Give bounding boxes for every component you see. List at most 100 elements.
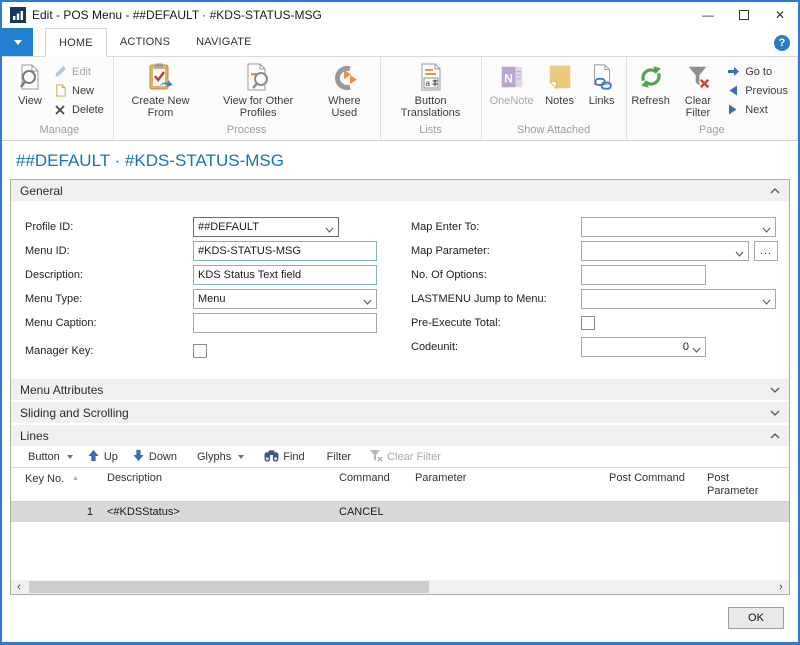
refresh-button[interactable]: Refresh [630, 59, 672, 107]
glyphs-menu-button[interactable]: Glyphs [190, 446, 251, 467]
grid-empty-area [11, 522, 789, 580]
new-button[interactable]: New [51, 81, 110, 100]
no-of-options-label: No. Of Options: [411, 269, 581, 281]
menu-caption-input[interactable] [193, 313, 377, 333]
section-header-menu-attributes[interactable]: Menu Attributes [11, 379, 789, 400]
lastmenu-jump-combobox[interactable] [581, 289, 776, 309]
chevron-down-icon [762, 296, 771, 308]
clipboard-check-arrow-icon [145, 61, 175, 93]
group-label-lists: Lists [384, 123, 478, 140]
ok-button[interactable]: OK [728, 607, 784, 629]
pre-execute-total-checkbox[interactable] [581, 316, 595, 330]
footer: OK [2, 595, 798, 629]
ribbon-group-manage: View Edit New [6, 57, 114, 140]
manager-key-checkbox[interactable] [193, 344, 207, 358]
clear-filter-small-icon [369, 449, 383, 465]
page-title: ##DEFAULT · #KDS-STATUS-MSG [16, 151, 798, 171]
scroll-right-icon[interactable]: › [773, 580, 789, 594]
menu-caption-label: Menu Caption: [25, 317, 193, 329]
onenote-icon: N [498, 61, 526, 93]
previous-triangle-icon [726, 84, 740, 98]
close-button[interactable]: ✕ [762, 2, 798, 28]
next-button[interactable]: Next [724, 100, 794, 119]
svg-text:a: a [425, 79, 430, 88]
menu-id-input[interactable]: #KDS-STATUS-MSG [193, 241, 377, 261]
map-enter-to-combobox[interactable] [581, 217, 776, 237]
codeunit-combobox[interactable]: 0 [581, 337, 706, 357]
horizontal-scrollbar[interactable]: ‹ › [11, 580, 789, 594]
link-document-icon [588, 61, 616, 93]
where-used-arrows-icon [329, 61, 359, 93]
codeunit-label: Codeunit: [411, 341, 581, 353]
column-header-key-no[interactable]: Key No.▲ [11, 471, 99, 501]
section-header-general[interactable]: General [11, 180, 789, 201]
help-icon[interactable]: ? [774, 35, 790, 51]
button-menu-button[interactable]: Button [21, 446, 80, 467]
move-down-button[interactable]: Down [125, 446, 184, 467]
no-of-options-input[interactable] [581, 265, 706, 285]
description-label: Description: [25, 269, 193, 281]
section-header-sliding-scrolling[interactable]: Sliding and Scrolling [11, 402, 789, 423]
tab-home[interactable]: HOME [45, 28, 107, 57]
find-button[interactable]: Find [257, 446, 311, 467]
binoculars-icon [264, 449, 279, 465]
document-search-icon [243, 61, 273, 93]
chevron-down-icon [238, 455, 244, 459]
previous-button[interactable]: Previous [724, 81, 794, 100]
view-document-magnifier-icon [16, 61, 44, 93]
button-translations-button[interactable]: a Button Translations [384, 59, 478, 119]
menu-type-combobox[interactable]: Menu [193, 289, 377, 309]
general-fields: Profile ID: ##DEFAULT Menu ID: #KDS-STAT… [11, 201, 789, 377]
scrollbar-thumb[interactable] [29, 581, 429, 593]
description-input[interactable]: KDS Status Text field [193, 265, 377, 285]
move-up-button[interactable]: Up [80, 446, 125, 467]
lines-toolbar: Button Up Down Glyphs Find [11, 446, 789, 468]
lines-grid-header: Key No.▲ Description Command Parameter P… [11, 468, 789, 502]
view-for-other-profiles-button[interactable]: View for Other Profiles [204, 59, 312, 119]
column-header-post-parameter[interactable]: Post Parameter [699, 471, 789, 501]
clear-filter-button[interactable]: Clear Filter [672, 59, 725, 119]
ribbon-group-page: Refresh Clear Filter Go to [627, 57, 798, 140]
where-used-button[interactable]: Where Used [312, 59, 376, 119]
delete-button[interactable]: Delete [51, 100, 110, 119]
maximize-button[interactable] [726, 2, 762, 28]
arrow-up-icon [87, 449, 100, 465]
table-row[interactable]: 1 <#KDSStatus> CANCEL [11, 502, 789, 522]
section-header-lines[interactable]: Lines [11, 425, 789, 446]
map-enter-to-label: Map Enter To: [411, 221, 581, 233]
profile-id-combobox[interactable]: ##DEFAULT [193, 217, 339, 237]
new-page-icon [53, 84, 67, 98]
create-new-from-button[interactable]: Create New From [117, 59, 204, 119]
menu-id-label: Menu ID: [25, 245, 193, 257]
profile-id-label: Profile ID: [25, 221, 193, 233]
column-header-post-command[interactable]: Post Command [601, 471, 699, 501]
ribbon-group-show-attached: N OneNote Notes [482, 57, 627, 140]
tab-navigate[interactable]: NAVIGATE [183, 28, 265, 56]
tab-actions[interactable]: ACTIONS [107, 28, 183, 56]
scroll-left-icon[interactable]: ‹ [11, 580, 27, 594]
notes-button[interactable]: Notes [539, 59, 581, 107]
go-to-button[interactable]: Go to [724, 62, 794, 81]
minimize-button[interactable]: — [690, 2, 726, 28]
clear-filter-lines-button: Clear Filter [362, 446, 448, 467]
chevron-down-icon [363, 296, 372, 308]
filter-button[interactable]: Filter [320, 446, 358, 467]
svg-text:N: N [504, 72, 513, 86]
column-header-description[interactable]: Description [99, 471, 331, 501]
application-menu-button[interactable] [2, 28, 33, 56]
page-content: General Profile ID: ##DEFAULT Menu ID: #… [2, 179, 798, 595]
map-parameter-combobox[interactable] [581, 241, 749, 261]
window-title: Edit - POS Menu - ##DEFAULT · #KDS-STATU… [32, 8, 322, 22]
ribbon-tab-row: HOME ACTIONS NAVIGATE ? [2, 28, 798, 57]
column-header-command[interactable]: Command [331, 471, 407, 501]
ribbon: View Edit New [2, 57, 798, 141]
column-header-parameter[interactable]: Parameter [407, 471, 601, 501]
pre-execute-total-label: Pre-Execute Total: [411, 317, 581, 329]
map-parameter-assist-button[interactable]: ... [754, 241, 778, 261]
ribbon-group-lists: a Button Translations Lists [381, 57, 482, 140]
view-button[interactable]: View [9, 59, 51, 107]
lastmenu-jump-label: LASTMENU Jump to Menu: [411, 293, 581, 305]
links-button[interactable]: Links [581, 59, 623, 107]
group-label-manage: Manage [9, 123, 110, 140]
fasttab-panel: General Profile ID: ##DEFAULT Menu ID: #… [10, 179, 790, 595]
